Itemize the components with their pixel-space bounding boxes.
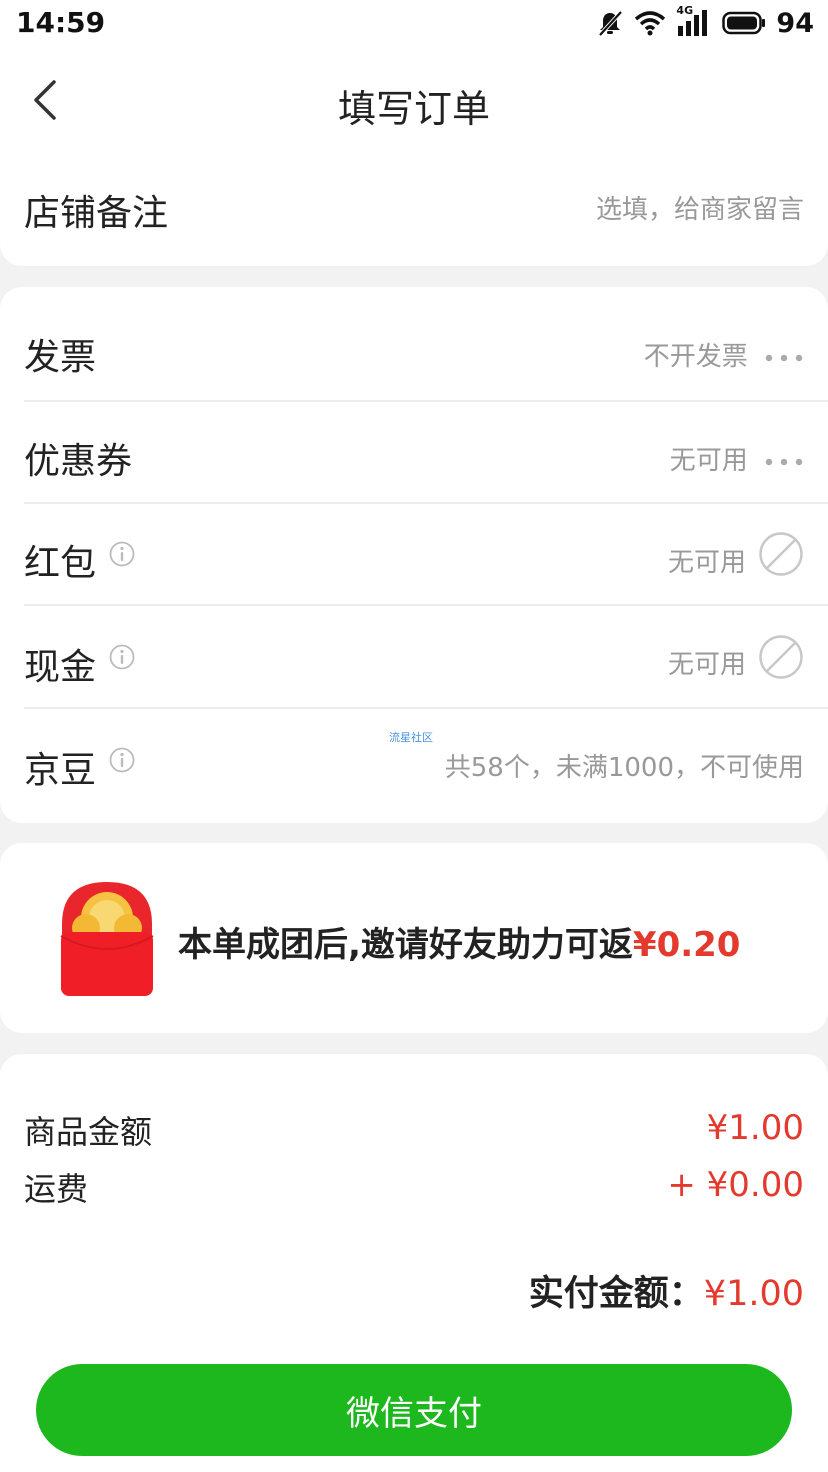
invoice-value-text: 不开发票 xyxy=(643,342,748,372)
mute-icon xyxy=(598,10,623,37)
jingdou-value: 共58个，未满1000，不可使用 xyxy=(444,753,804,783)
shipping-label: 运费 xyxy=(24,1170,89,1208)
disabled-icon xyxy=(759,635,803,679)
red-packet-label: 红包 xyxy=(24,543,97,584)
status-bar: 14:59 4G 94 xyxy=(0,0,828,48)
info-icon[interactable] xyxy=(109,644,135,670)
promo-text: 本单成团后,邀请好友助力可返 xyxy=(178,925,633,965)
red-packet-row[interactable]: 红包 无可用 xyxy=(0,504,828,604)
goods-amount-label: 商品金额 xyxy=(24,1113,153,1151)
coupon-label: 优惠券 xyxy=(24,441,133,482)
wechat-pay-label: 微信支付 xyxy=(346,1393,482,1434)
status-icons: 4G 94 xyxy=(596,4,814,40)
battery-level: 94 xyxy=(776,7,814,39)
more-dots-icon xyxy=(765,354,803,361)
total-label: 实付金额： xyxy=(528,1274,704,1314)
signal-icon: 4G xyxy=(676,4,712,38)
cash-value: 无可用 xyxy=(667,650,746,680)
wechat-pay-button[interactable]: 微信支付 xyxy=(36,1364,792,1456)
page-title: 填写订单 xyxy=(337,87,490,131)
invoice-value: 不开发票 xyxy=(644,336,804,373)
red-packet-value: 无可用 xyxy=(667,548,746,578)
navigation-bar: 填写订单 xyxy=(0,48,828,156)
jingdou-row[interactable]: 京豆 共58个，未满1000，不可使用 xyxy=(0,709,828,813)
store-remark-row[interactable]: 店铺备注 选填，给商家留言 xyxy=(0,156,828,256)
invoice-row[interactable]: 发票 不开发票 xyxy=(0,300,828,400)
wifi-icon xyxy=(635,11,666,36)
shipping-value: + ¥0.00 xyxy=(667,1165,804,1205)
watermark: 流星社区 xyxy=(389,731,433,744)
promo-message: 本单成团后,邀请好友助力可返¥0.20 xyxy=(178,917,740,966)
coupon-value-text: 无可用 xyxy=(669,446,748,476)
more-dots-icon xyxy=(765,458,803,465)
total-amount: 实付金额：¥1.00 xyxy=(529,1265,804,1316)
jingdou-label: 京豆 xyxy=(24,750,97,791)
store-remark-label: 店铺备注 xyxy=(24,193,169,234)
disabled-icon xyxy=(759,532,803,576)
info-icon[interactable] xyxy=(109,747,135,773)
battery-icon xyxy=(722,11,766,35)
store-remark-input[interactable]: 选填，给商家留言 xyxy=(596,189,804,226)
cash-row[interactable]: 现金 无可用 xyxy=(0,606,828,706)
coupon-value: 无可用 xyxy=(670,440,804,477)
total-value: ¥1.00 xyxy=(703,1274,804,1314)
coupon-row[interactable]: 优惠券 无可用 xyxy=(0,402,828,502)
red-packet-icon xyxy=(60,882,154,996)
info-icon[interactable] xyxy=(109,541,135,567)
invoice-label: 发票 xyxy=(24,337,97,378)
status-time: 14:59 xyxy=(16,6,106,39)
cash-label: 现金 xyxy=(24,647,97,688)
promo-amount: ¥0.20 xyxy=(632,925,741,965)
goods-amount-value: ¥1.00 xyxy=(706,1108,804,1148)
